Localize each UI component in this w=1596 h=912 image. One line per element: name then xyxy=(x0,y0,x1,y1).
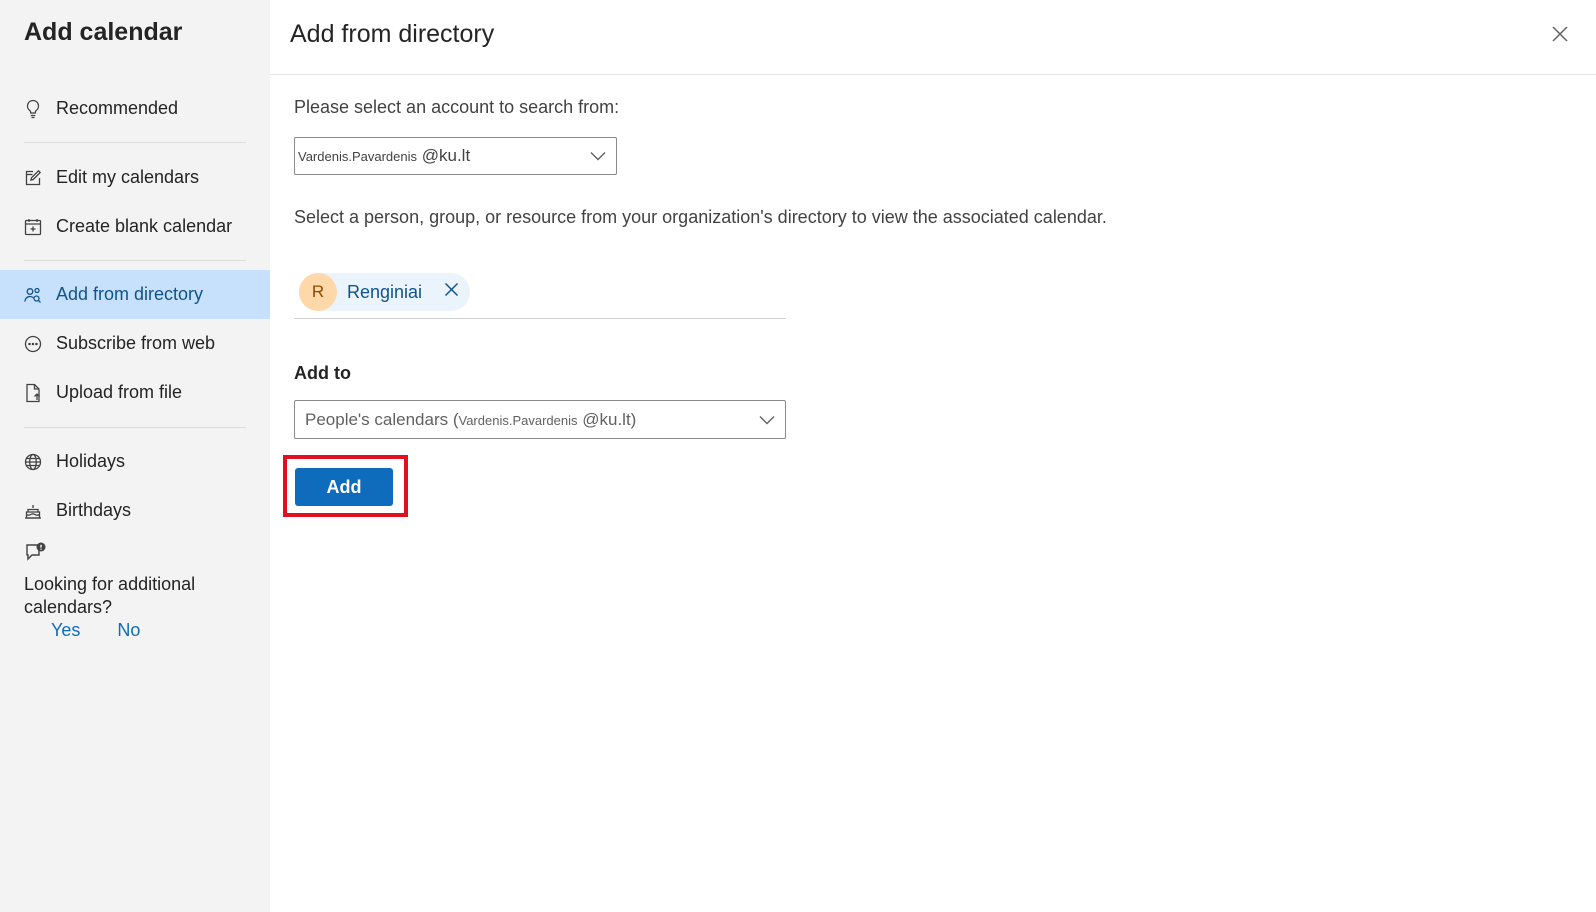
directory-search-field[interactable]: R Renginiai xyxy=(294,268,786,319)
divider xyxy=(24,260,246,261)
directory-prompt: Select a person, group, or resource from… xyxy=(294,207,1107,227)
feedback-question: Looking for additional calendars? xyxy=(24,574,196,617)
nav-item-label: Birthdays xyxy=(56,500,132,520)
nav-item-edit-my-calendars[interactable]: Edit my calendars xyxy=(0,153,270,202)
feedback-yes-link[interactable]: Yes xyxy=(51,620,80,641)
divider xyxy=(24,142,246,143)
account-prompt: Please select an account to search from: xyxy=(294,97,620,117)
nav-item-create-blank-calendar[interactable]: Create blank calendar xyxy=(0,202,270,251)
main-panel: Add from directory Please select an acco… xyxy=(270,0,1596,912)
feedback-section: Looking for additional calendars? Yes No xyxy=(24,542,254,641)
nav-item-birthdays[interactable]: Birthdays xyxy=(0,486,270,535)
chip-name: Renginiai xyxy=(347,281,423,302)
close-icon xyxy=(444,282,459,302)
nav-item-label: Recommended xyxy=(56,98,179,118)
avatar: R xyxy=(299,273,337,311)
add-to-label: Add to xyxy=(294,363,351,383)
sidebar: Add calendar Recommended Edit my calenda… xyxy=(0,0,270,912)
add-to-dropdown-value: People's calendars (Vardenis.Pavardenis … xyxy=(305,409,637,429)
chevron-down-icon xyxy=(757,410,777,430)
add-to-dropdown[interactable]: People's calendars (Vardenis.Pavardenis … xyxy=(294,400,786,439)
close-icon xyxy=(1551,25,1569,48)
chevron-down-icon xyxy=(588,146,608,166)
selected-person-chip: R Renginiai xyxy=(299,273,471,311)
lightbulb-icon xyxy=(24,99,42,119)
close-button[interactable] xyxy=(1548,24,1572,48)
panel-header: Add from directory xyxy=(270,0,1596,75)
nav-item-add-from-directory[interactable]: Add from directory xyxy=(0,270,270,319)
nav-item-holidays[interactable]: Holidays xyxy=(0,437,270,486)
page-title: Add from directory xyxy=(290,20,495,48)
nav-item-label: Holidays xyxy=(56,451,126,471)
remove-chip-button[interactable] xyxy=(442,282,460,302)
people-search-icon xyxy=(24,285,42,305)
feedback-icon xyxy=(24,542,48,568)
web-link-icon xyxy=(24,334,42,354)
file-upload-icon xyxy=(24,383,42,403)
cake-icon xyxy=(24,501,42,521)
nav-item-recommended[interactable]: Recommended xyxy=(0,84,270,133)
feedback-no-link[interactable]: No xyxy=(117,620,140,641)
nav-item-label: Subscribe from web xyxy=(56,333,216,353)
nav-item-upload-from-file[interactable]: Upload from file xyxy=(0,368,270,417)
nav-item-label: Create blank calendar xyxy=(56,216,233,236)
nav-item-label: Add from directory xyxy=(56,284,204,304)
sidebar-title: Add calendar xyxy=(24,18,183,46)
add-button[interactable]: Add xyxy=(295,468,393,506)
nav-item-subscribe-from-web[interactable]: Subscribe from web xyxy=(0,319,270,368)
globe-icon xyxy=(24,452,42,472)
divider xyxy=(24,427,246,428)
calendar-add-icon xyxy=(24,217,42,237)
account-dropdown-value: Vardenis.Pavardenis @ku.lt xyxy=(298,146,471,165)
nav-item-label: Upload from file xyxy=(56,382,183,402)
edit-calendar-icon xyxy=(24,168,42,188)
account-dropdown[interactable]: Vardenis.Pavardenis @ku.lt xyxy=(294,137,617,175)
nav-item-label: Edit my calendars xyxy=(56,167,200,187)
